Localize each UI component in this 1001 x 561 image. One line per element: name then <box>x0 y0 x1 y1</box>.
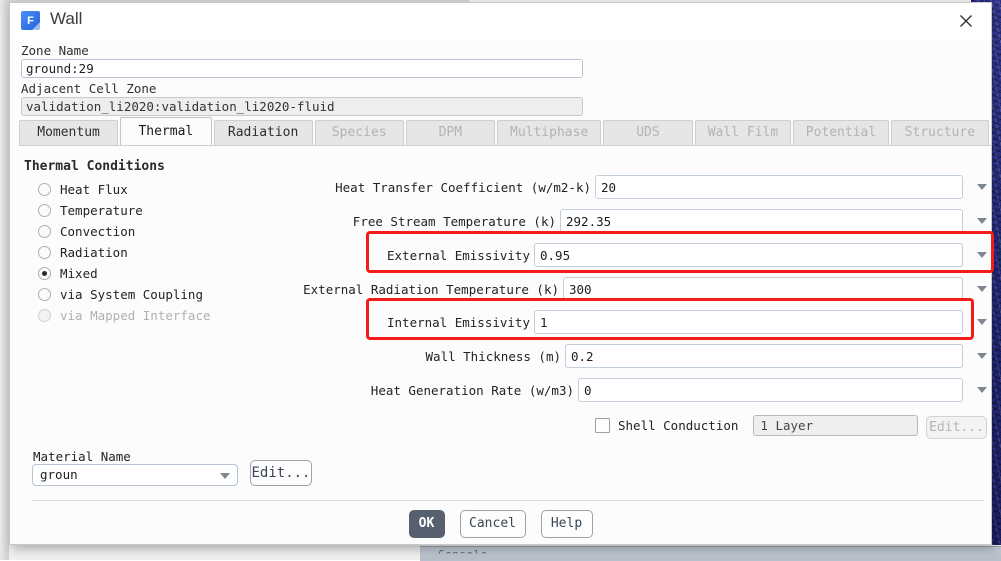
ok-button[interactable]: OK <box>408 510 445 538</box>
tab-bar: Momentum Thermal Radiation Species DPM Multip… <box>19 117 991 145</box>
field-row-external-radiation-temperature-k: External Radiation Temperature (k) <box>10 277 991 301</box>
input-heat-transfer-coefficient-w-m2-k[interactable] <box>595 175 963 199</box>
input-external-radiation-temperature-k[interactable] <box>563 277 963 301</box>
chevron-down-icon[interactable] <box>973 175 991 199</box>
zone-name-input[interactable] <box>21 59 583 78</box>
footer-divider <box>32 500 984 501</box>
fluent-f-icon: F <box>21 11 40 30</box>
adjacent-cell-zone-input <box>21 97 583 116</box>
dialog-titlebar: F Wall <box>10 3 991 39</box>
tab-structure: Structure <box>890 120 989 145</box>
chevron-down-icon <box>220 473 230 479</box>
shell-edit-button: Edit... <box>926 416 987 439</box>
tab-multiphase: Multiphase <box>496 120 602 145</box>
tab-thermal[interactable]: Thermal <box>120 117 212 145</box>
input-heat-generation-rate-w-m3[interactable] <box>578 378 963 402</box>
tab-uds: UDS <box>603 120 693 145</box>
material-name-value: groun <box>40 467 78 482</box>
shell-conduction-label: Shell Conduction <box>618 418 739 433</box>
tab-radiation[interactable]: Radiation <box>213 120 313 145</box>
material-edit-button[interactable]: Edit... <box>250 460 312 486</box>
field-row-internal-emissivity: Internal Emissivity <box>10 310 991 334</box>
close-icon[interactable] <box>949 8 983 34</box>
label-heat-generation-rate-w-m3: Heat Generation Rate (w/m3) <box>370 382 574 398</box>
help-button[interactable]: Help <box>540 510 593 538</box>
label-internal-emissivity: Internal Emissivity <box>387 314 530 330</box>
label-external-radiation-temperature-k: External Radiation Temperature (k) <box>303 281 559 297</box>
tab-momentum[interactable]: Momentum <box>19 120 119 145</box>
input-free-stream-temperature-k[interactable] <box>560 209 963 233</box>
chevron-down-icon[interactable] <box>973 277 991 301</box>
zone-name-label: Zone Name <box>21 43 89 58</box>
tab-underline <box>19 145 991 146</box>
field-row-heat-generation-rate-w-m3: Heat Generation Rate (w/m3) <box>10 378 991 402</box>
input-wall-thickness-m[interactable] <box>565 344 963 368</box>
label-wall-thickness-m: Wall Thickness (m) <box>425 348 561 364</box>
tab-dpm: DPM <box>405 120 495 145</box>
thermal-conditions-heading: Thermal Conditions <box>24 159 165 174</box>
chevron-down-icon[interactable] <box>973 310 991 334</box>
cancel-button[interactable]: Cancel <box>459 510 526 538</box>
label-external-emissivity: External Emissivity <box>387 247 530 263</box>
tab-species: Species <box>314 120 404 145</box>
field-row-wall-thickness-m: Wall Thickness (m) <box>10 344 991 368</box>
background-left-panel <box>0 0 9 560</box>
field-row-free-stream-temperature-k: Free Stream Temperature (k) <box>10 209 991 233</box>
dialog-footer: OK Cancel Help <box>10 510 991 538</box>
label-heat-transfer-coefficient-w-m2-k: Heat Transfer Coefficient (w/m2-k) <box>335 179 591 195</box>
field-row-external-emissivity: External Emissivity <box>10 243 991 267</box>
input-external-emissivity[interactable] <box>534 243 963 267</box>
dialog-title: Wall <box>50 9 83 28</box>
field-row-heat-transfer-coefficient-w-m2-k: Heat Transfer Coefficient (w/m2-k) <box>10 175 991 199</box>
console-tab-strip[interactable] <box>420 546 1001 561</box>
tab-potential: Potential <box>793 120 889 145</box>
chevron-down-icon[interactable] <box>973 209 991 233</box>
input-internal-emissivity[interactable] <box>534 310 963 334</box>
shell-layer-field: 1 Layer <box>753 415 919 436</box>
label-free-stream-temperature-k: Free Stream Temperature (k) <box>352 213 556 229</box>
shell-conduction-checkbox[interactable] <box>595 418 610 433</box>
material-name-combobox[interactable]: groun <box>32 464 238 486</box>
zone-info-block: Zone Name Adjacent Cell Zone <box>21 43 583 116</box>
chevron-down-icon[interactable] <box>973 243 991 267</box>
material-name-label: Material Name <box>33 449 131 464</box>
wall-dialog: F Wall Zone Name Adjacent Cell Zone Mome… <box>9 2 994 545</box>
shell-conduction-row: Shell Conduction 1 Layer <box>595 415 919 436</box>
tab-wall-film: Wall Film <box>694 120 792 145</box>
adjacent-cell-zone-label: Adjacent Cell Zone <box>21 81 157 96</box>
chevron-down-icon[interactable] <box>973 378 991 402</box>
chevron-down-icon[interactable] <box>973 344 991 368</box>
